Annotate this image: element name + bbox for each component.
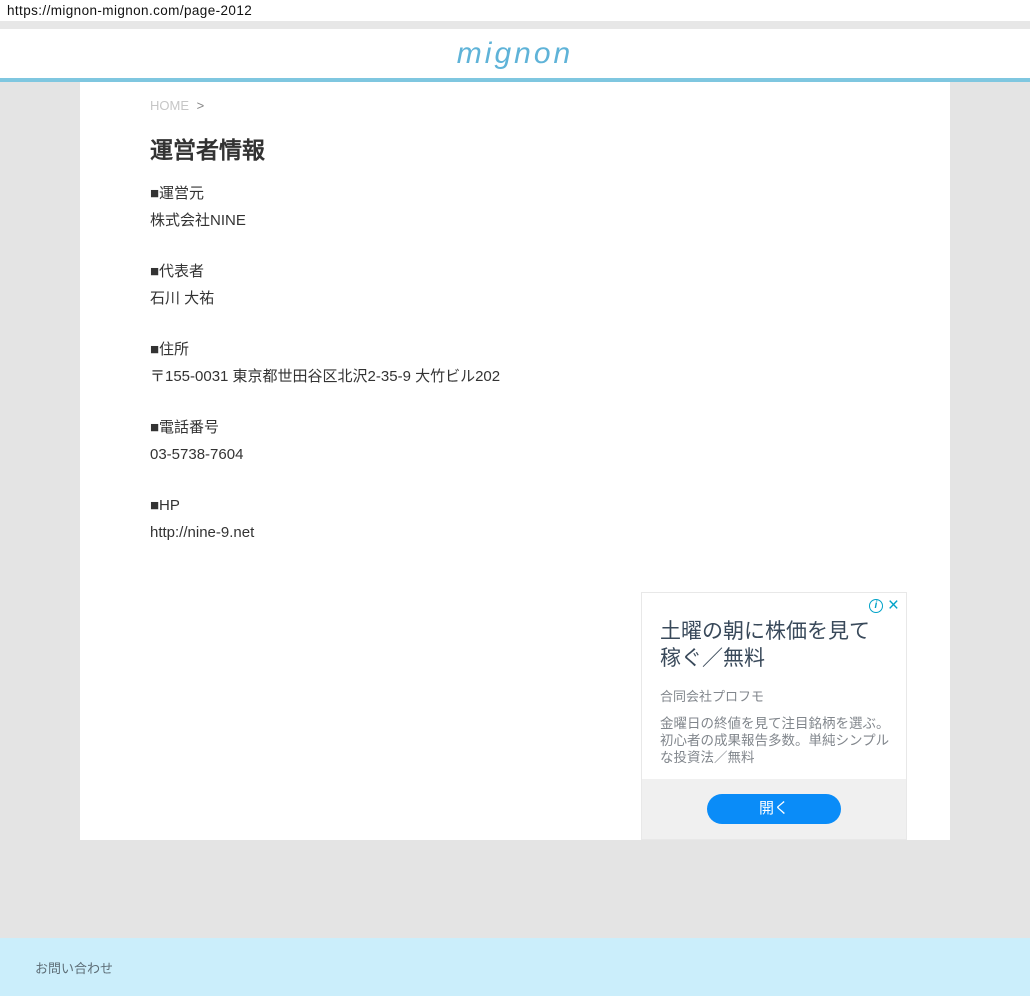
ad-advertiser: 合同会社プロフモ	[660, 686, 888, 705]
ad-info-icon[interactable]: i	[869, 599, 883, 613]
info-label: ■HP	[150, 492, 950, 519]
info-block-address: ■住所 〒155-0031 東京都世田谷区北沢2-35-9 大竹ビル202	[150, 336, 950, 390]
content-column: HOME > 運営者情報 ■運営元 株式会社NINE ■代表者 石川 大祐 ■住…	[80, 82, 950, 840]
ad-cta-band: 開く	[642, 779, 906, 839]
ad-choices-controls: i ×	[869, 599, 899, 613]
page-title: 運営者情報	[150, 138, 950, 162]
site-logo[interactable]: mignon	[457, 37, 573, 71]
info-label: ■運営元	[150, 180, 950, 207]
breadcrumb-separator: >	[197, 98, 205, 113]
info-value: 石川 大祐	[150, 285, 950, 312]
info-label: ■住所	[150, 336, 950, 363]
info-value: 03-5738-7604	[150, 441, 950, 468]
info-label: ■代表者	[150, 258, 950, 285]
info-block-phone: ■電話番号 03-5738-7604	[150, 414, 950, 468]
browser-url-bar: https://mignon-mignon.com/page-2012	[0, 0, 1030, 21]
info-value: 株式会社NINE	[150, 207, 950, 234]
operator-info-list: ■運営元 株式会社NINE ■代表者 石川 大祐 ■住所 〒155-0031 東…	[150, 180, 950, 546]
breadcrumb: HOME >	[150, 99, 950, 112]
info-value: http://nine-9.net	[150, 519, 950, 546]
ad-open-button[interactable]: 開く	[707, 794, 841, 824]
info-value: 〒155-0031 東京都世田谷区北沢2-35-9 大竹ビル202	[150, 363, 950, 390]
info-block-homepage: ■HP http://nine-9.net	[150, 492, 950, 546]
info-block-operator: ■運営元 株式会社NINE	[150, 180, 950, 234]
ad-title[interactable]: 土曜の朝に株価を見て稼ぐ／無料	[660, 618, 888, 672]
info-label: ■電話番号	[150, 414, 950, 441]
breadcrumb-home-link[interactable]: HOME	[150, 98, 189, 113]
browser-url: https://mignon-mignon.com/page-2012	[0, 3, 252, 18]
page-footer: お問い合わせ	[0, 938, 1030, 996]
ad-description: 金曜日の終値を見て注目銘柄を選ぶ。初心者の成果報告多数。単純シンプルな投資法／無…	[660, 715, 892, 766]
ad-close-icon[interactable]: ×	[888, 599, 899, 613]
footer-contact-link[interactable]: お問い合わせ	[0, 958, 113, 977]
info-block-representative: ■代表者 石川 大祐	[150, 258, 950, 312]
main-area: HOME > 運営者情報 ■運営元 株式会社NINE ■代表者 石川 大祐 ■住…	[0, 82, 1030, 938]
top-divider	[0, 21, 1030, 29]
ad-unit[interactable]: i × 土曜の朝に株価を見て稼ぐ／無料 合同会社プロフモ 金曜日の終値を見て注目…	[641, 592, 907, 840]
site-header: mignon	[0, 29, 1030, 78]
